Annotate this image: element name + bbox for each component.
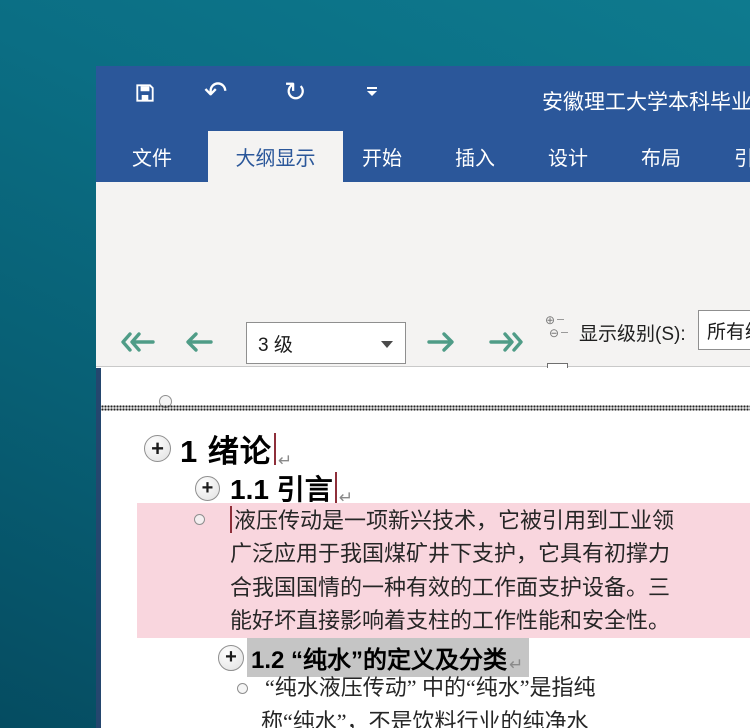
heading11-row[interactable]: + 1.1 引言 ↵: [195, 468, 353, 508]
save-icon[interactable]: [134, 82, 156, 104]
tab-layout[interactable]: 布局: [641, 131, 681, 182]
body-text-marker-icon[interactable]: [194, 514, 205, 525]
cursor-bar: [230, 506, 232, 533]
paragraph1-line4[interactable]: 能好坏直接影响着支柱的工作性能和安全性。: [230, 604, 674, 637]
promote-button[interactable]: [184, 330, 214, 354]
outline-tools-ribbon: 3 级 ⊕ ⊖: [96, 182, 750, 367]
paragraph1-line1[interactable]: 液压传动是一项新兴技术，它被引用到工业领: [230, 504, 674, 537]
demote-to-bodytext-button[interactable]: [488, 330, 524, 354]
page-break-line: [101, 405, 750, 411]
expand-heading-icon[interactable]: +: [195, 476, 220, 501]
right-arrow-icon: [426, 330, 456, 354]
highlighted-paragraph[interactable]: 液压传动是一项新兴技术，它被引用到工业领 广泛应用于我国煤矿井下支护，它具有初撑…: [137, 503, 750, 638]
undo-icon[interactable]: ↶: [204, 76, 227, 108]
paragraph1-text[interactable]: 液压传动是一项新兴技术，它被引用到工业领 广泛应用于我国煤矿井下支护，它具有初撑…: [230, 504, 674, 638]
body-text-marker-icon[interactable]: [237, 683, 248, 694]
chevron-down-icon: [381, 341, 393, 348]
tab-insert[interactable]: 插入: [455, 131, 495, 182]
minus-circle-glyph: ⊖: [549, 327, 559, 339]
show-level-dropdown[interactable]: 所有级别: [698, 310, 750, 350]
outline-level-dropdown[interactable]: 3 级: [246, 322, 406, 364]
left-arrow-icon: [184, 330, 214, 354]
document-area[interactable]: + 1 绪论 ↵ + 1.1 引言 ↵ 液压传动是一项新兴技术，它被引用到工业领…: [96, 368, 750, 728]
paragraph2-line1[interactable]: “纯水液压传动” 中的“纯水”是指纯: [265, 670, 596, 702]
window-left-edge: [96, 368, 101, 728]
show-level-label: 显示级别(S):: [579, 319, 686, 346]
title-bar: ↶ ↻ 安徽理工大学本科毕业: [96, 66, 750, 131]
paragraph2-line2[interactable]: 称“纯水”，不是饮料行业的纯净水: [261, 704, 589, 728]
heading1-row[interactable]: + 1 绪论 ↵: [144, 426, 292, 471]
tab-home[interactable]: 开始: [362, 131, 402, 182]
show-level-icon: ⊕ ⊖: [545, 313, 571, 341]
double-left-arrow-icon: [120, 330, 156, 354]
double-right-arrow-icon: [488, 330, 524, 354]
expand-heading-icon[interactable]: +: [218, 645, 244, 671]
cursor-bar: [335, 472, 337, 504]
cursor-bar: [274, 433, 276, 465]
paragraph1-line3[interactable]: 合我国国情的一种有效的工作面支护设备。三: [230, 571, 674, 604]
floppy-disk-icon: [134, 82, 156, 104]
outline-level-value: 3 级: [258, 330, 293, 357]
demote-button[interactable]: [426, 330, 456, 354]
paragraph1-line2[interactable]: 广泛应用于我国煤矿井下支护，它具有初撑力: [230, 537, 674, 570]
window-title: 安徽理工大学本科毕业: [542, 86, 750, 116]
redo-icon[interactable]: ↻: [284, 76, 307, 108]
tab-outline-label: 大纲显示: [236, 142, 316, 171]
tab-outline-view[interactable]: 大纲显示: [208, 131, 343, 182]
show-level-value: 所有级别: [707, 317, 750, 344]
ribbon-tab-row: 文件 大纲显示 开始 插入 设计 布局 引用: [96, 131, 750, 182]
tab-references[interactable]: 引用: [734, 131, 750, 182]
heading1-text[interactable]: 1 绪论: [180, 426, 272, 471]
tab-design[interactable]: 设计: [548, 131, 588, 182]
word-window: ↶ ↻ 安徽理工大学本科毕业 文件 大纲显示 开始 插入 设计 布局 引用: [96, 66, 750, 728]
heading11-text[interactable]: 1.1 引言: [230, 468, 333, 508]
customize-qat-icon[interactable]: [366, 87, 378, 96]
promote-to-heading1-button[interactable]: [120, 330, 156, 354]
expand-heading-icon[interactable]: +: [144, 435, 171, 462]
plus-circle-glyph: ⊕: [545, 314, 555, 326]
desktop: { "titlebar": { "title": "安徽理工大学本科毕业" },…: [0, 0, 750, 728]
tab-file[interactable]: 文件: [132, 131, 172, 182]
